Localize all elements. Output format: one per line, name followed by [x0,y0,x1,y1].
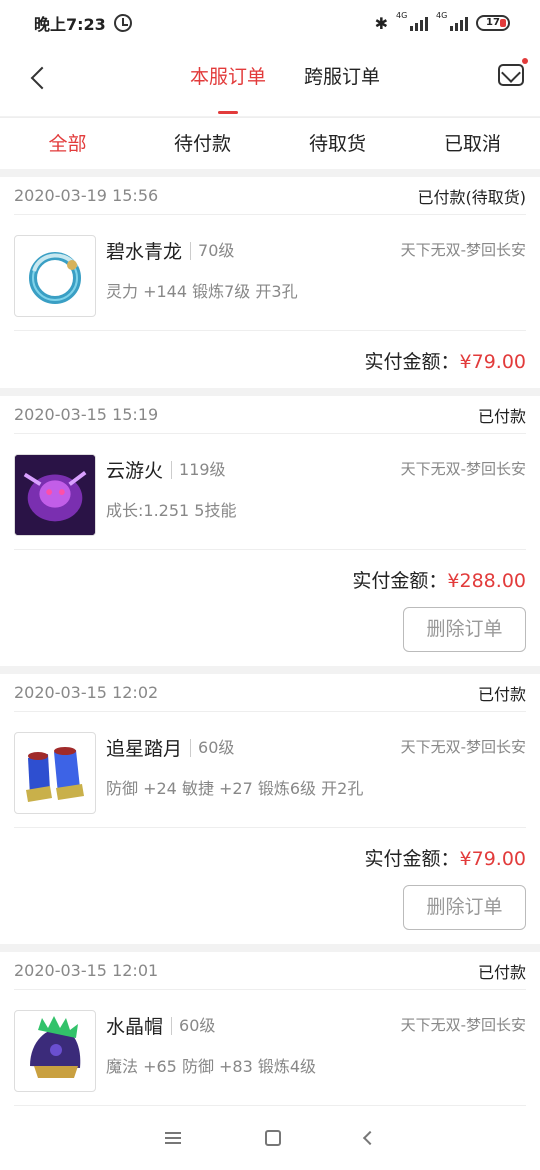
filter-all[interactable]: 全部 [0,118,135,169]
signal-icon: 4G [436,11,468,31]
order-item[interactable]: 云游火 119级 天下无双-梦回长安 成长:1.251 5技能 [14,434,526,550]
order-date: 2020-03-19 15:56 [14,186,159,205]
order-item[interactable]: 水晶帽 60级 天下无双-梦回长安 魔法 +65 防御 +83 锻炼4级 [14,990,526,1106]
order-card[interactable]: 2020-03-19 15:56 已付款(待取货) 碧水青龙 70级 天下无双-… [0,177,540,388]
tab-local-orders[interactable]: 本服订单 [190,46,266,116]
filter-pending-payment[interactable]: 待付款 [135,118,270,169]
bluetooth-icon: ✱ [374,13,388,33]
status-bar: 晚上7:23 ✱ 4G 4G 17 [0,0,540,46]
item-attributes: 灵力 +144 锻炼7级 开3孔 [106,282,298,301]
order-status: 已付款 [477,406,526,426]
order-card[interactable]: 2020-03-15 12:02 已付款 追星踏月 60级 天下无双-梦回长安 … [0,674,540,944]
paid-amount: 实付金额：¥79.00 [364,848,527,870]
order-item[interactable]: 追星踏月 60级 天下无双-梦回长安 防御 +24 敏捷 +27 锻炼6级 开2… [14,712,526,828]
delete-order-button[interactable]: 删除订单 [403,607,526,652]
order-status: 已付款(待取货) [417,187,527,207]
paid-amount: 实付金额：¥288.00 [352,570,526,592]
paid-amount: 实付金额：¥79.00 [364,351,527,373]
battery-icon: 17 [476,15,510,31]
order-date: 2020-03-15 12:01 [14,961,159,980]
boots-item-icon [14,732,96,814]
order-card[interactable]: 2020-03-15 12:01 已付款 水晶帽 60级 天下无双-梦回长安 魔… [0,952,540,1106]
nav-bar: 本服订单 跨服订单 [0,46,540,116]
filter-pending-pickup[interactable]: 待取货 [270,118,405,169]
server-name: 天下无双-梦回长安 [400,460,526,478]
item-name: 追星踏月 [106,738,183,760]
item-attributes: 防御 +24 敏捷 +27 锻炼6级 开2孔 [106,779,364,798]
back-icon[interactable] [362,1130,378,1146]
signal-icon: 4G [396,11,428,31]
ring-item-icon [14,235,96,317]
order-status: 已付款 [477,962,526,982]
item-level: 70级 [190,241,234,260]
server-name: 天下无双-梦回长安 [400,738,526,756]
order-date: 2020-03-15 15:19 [14,405,159,424]
item-level: 119级 [171,460,226,479]
mail-icon[interactable] [498,58,528,86]
order-list: 2020-03-19 15:56 已付款(待取货) 碧水青龙 70级 天下无双-… [0,177,540,1114]
status-time: 晚上7:23 [34,15,106,34]
order-date: 2020-03-15 12:02 [14,683,159,702]
item-attributes: 成长:1.251 5技能 [106,501,237,520]
item-name: 云游火 [106,460,164,482]
item-name: 水晶帽 [106,1016,164,1038]
tab-cross-server-orders[interactable]: 跨服订单 [304,46,380,116]
order-card[interactable]: 2020-03-15 15:19 已付款 云游火 119级 天下无双-梦回长安 … [0,396,540,666]
menu-icon[interactable] [165,1132,181,1144]
filter-bar: 全部 待付款 待取货 已取消 [0,117,540,169]
filter-cancelled[interactable]: 已取消 [405,118,540,169]
system-nav-bar [0,1106,540,1170]
notification-dot [522,58,528,64]
home-icon[interactable] [265,1130,281,1146]
item-attributes: 魔法 +65 防御 +83 锻炼4级 [106,1057,317,1076]
delete-order-button[interactable]: 删除订单 [403,885,526,930]
order-status: 已付款 [477,684,526,704]
helmet-item-icon [14,1010,96,1092]
server-name: 天下无双-梦回长安 [400,1016,526,1034]
item-level: 60级 [190,738,234,757]
alarm-icon [113,14,132,32]
order-item[interactable]: 碧水青龙 70级 天下无双-梦回长安 灵力 +144 锻炼7级 开3孔 [14,215,526,331]
item-name: 碧水青龙 [106,241,183,263]
item-level: 60级 [171,1016,215,1035]
server-name: 天下无双-梦回长安 [400,241,526,259]
pet-item-icon [14,454,96,536]
